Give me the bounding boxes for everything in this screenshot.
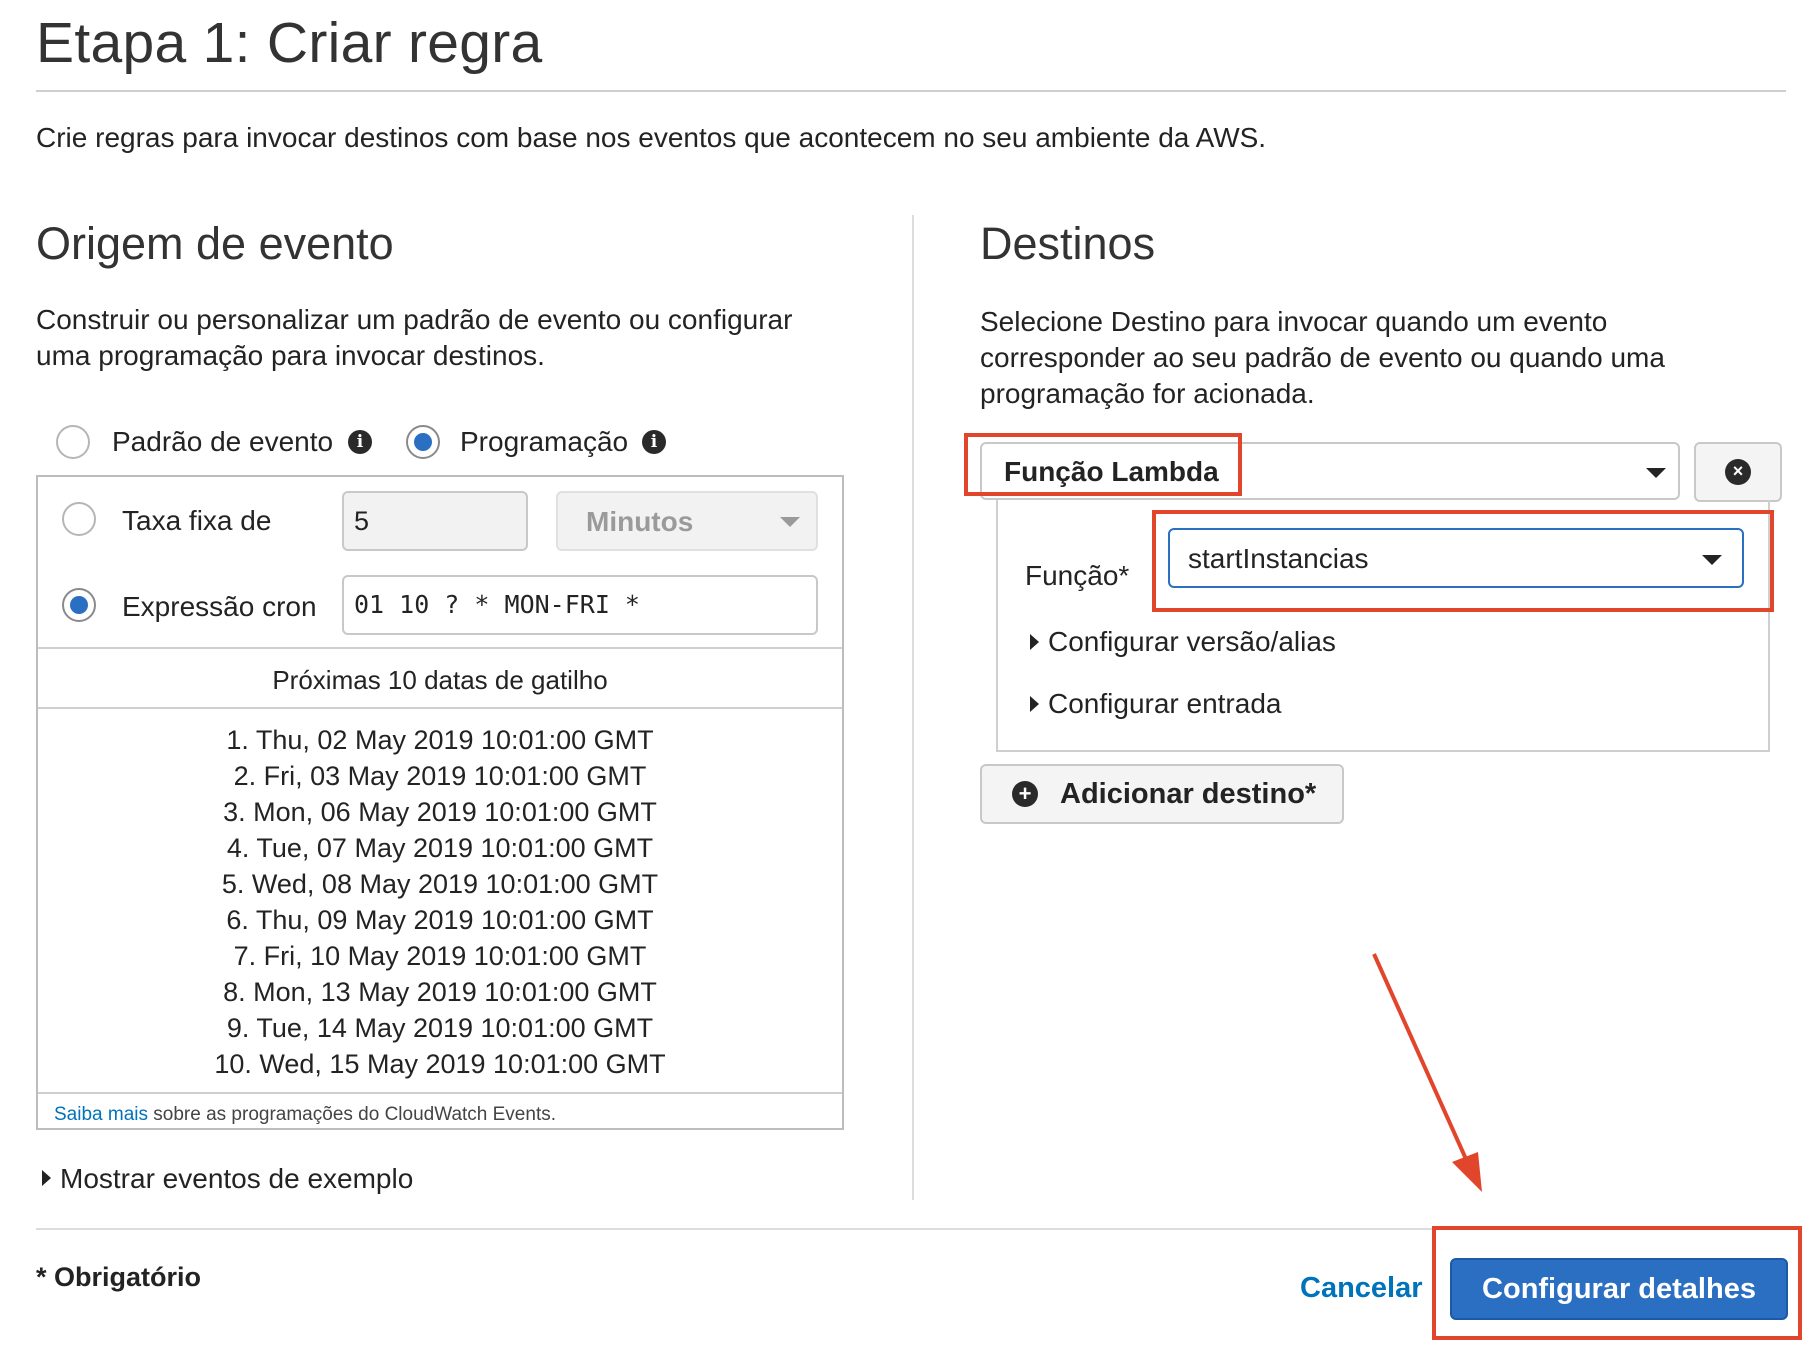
- configure-details-button[interactable]: Configurar detalhes: [1450, 1258, 1788, 1320]
- plus-icon: +: [1012, 781, 1038, 807]
- learn-more-row: Saiba mais sobre as programações do Clou…: [54, 1104, 557, 1125]
- fixed-rate-label: Taxa fixa de: [122, 505, 272, 536]
- schedule-label[interactable]: Programação: [460, 426, 628, 458]
- event-pattern-label[interactable]: Padrão de evento: [112, 426, 333, 458]
- list-item: 1. Thu, 02 May 2019 10:01:00 GMT: [226, 725, 654, 755]
- list-item: 8. Mon, 13 May 2019 10:01:00 GMT: [223, 977, 657, 1007]
- configure-input-link[interactable]: Configurar entrada: [1048, 688, 1281, 720]
- target-type-select[interactable]: Função Lambda: [980, 442, 1680, 500]
- cron-label: Expressão cron: [122, 591, 317, 622]
- list-item: 2. Fri, 03 May 2019 10:01:00 GMT: [233, 761, 647, 791]
- function-select[interactable]: startInstancias: [1168, 528, 1744, 588]
- targets-title: Destinos: [980, 218, 1156, 269]
- list-item: 9. Tue, 14 May 2019 10:01:00 GMT: [226, 1013, 654, 1043]
- list-item: 5. Wed, 08 May 2019 10:01:00 GMT: [221, 869, 659, 899]
- next-dates-header: Próximas 10 datas de gatilho: [272, 665, 608, 695]
- required-note: * Obrigatório: [36, 1262, 202, 1292]
- caret-right-icon: [1030, 634, 1039, 650]
- cron-radio[interactable]: [62, 588, 96, 622]
- fixed-rate-input[interactable]: 5: [342, 491, 528, 551]
- event-pattern-radio[interactable]: [56, 425, 90, 459]
- caret-right-icon: [42, 1170, 51, 1186]
- list-item: 4. Tue, 07 May 2019 10:01:00 GMT: [226, 833, 654, 863]
- cancel-button[interactable]: Cancelar: [1300, 1272, 1423, 1305]
- footer-divider: [36, 1228, 1786, 1230]
- list-item: 6. Thu, 09 May 2019 10:01:00 GMT: [226, 905, 654, 935]
- close-icon: ×: [1725, 459, 1751, 485]
- remove-target-button[interactable]: ×: [1694, 442, 1782, 502]
- page-title: Etapa 1: Criar regra: [36, 11, 543, 75]
- event-source-description: Construir ou personalizar um padrão de e…: [36, 304, 793, 371]
- fixed-rate-radio[interactable]: [62, 502, 96, 536]
- divider: [38, 707, 842, 709]
- title-divider: [36, 90, 1786, 92]
- column-divider: [912, 215, 914, 1200]
- add-target-button[interactable]: + Adicionar destino*: [980, 764, 1344, 824]
- chevron-down-icon: [1646, 468, 1666, 478]
- targets-description: Selecione Destino para invocar quando um…: [980, 306, 1665, 409]
- cron-expression-input[interactable]: 01 10 ? * MON-FRI *: [342, 575, 818, 635]
- info-icon[interactable]: i: [348, 430, 372, 454]
- rate-unit-select[interactable]: Minutos: [556, 491, 818, 551]
- divider: [38, 647, 842, 649]
- schedule-radio[interactable]: [406, 425, 440, 459]
- configure-version-link[interactable]: Configurar versão/alias: [1048, 626, 1336, 658]
- show-sample-events-link[interactable]: Mostrar eventos de exemplo: [60, 1163, 413, 1195]
- list-item: 10. Wed, 15 May 2019 10:01:00 GMT: [214, 1049, 666, 1079]
- list-item: 3. Mon, 06 May 2019 10:01:00 GMT: [223, 797, 657, 827]
- function-label: Função*: [1025, 560, 1130, 591]
- schedule-panel: Taxa fixa de 5 Minutos Expressão cron 01…: [36, 475, 844, 1130]
- chevron-down-icon: [1702, 555, 1722, 565]
- caret-right-icon: [1030, 696, 1039, 712]
- event-source-title: Origem de evento: [36, 218, 394, 269]
- page-description: Crie regras para invocar destinos com ba…: [36, 122, 1267, 153]
- list-item: 7. Fri, 10 May 2019 10:01:00 GMT: [233, 941, 647, 971]
- divider: [38, 1092, 842, 1094]
- arrow-annotation-icon: [1372, 953, 1482, 1192]
- next-dates-list: 1. Thu, 02 May 2019 10:01:00 GMT 2. Fri,…: [38, 722, 842, 1082]
- learn-more-link[interactable]: Saiba mais: [54, 1104, 148, 1125]
- info-icon[interactable]: i: [642, 430, 666, 454]
- chevron-down-icon: [780, 517, 800, 527]
